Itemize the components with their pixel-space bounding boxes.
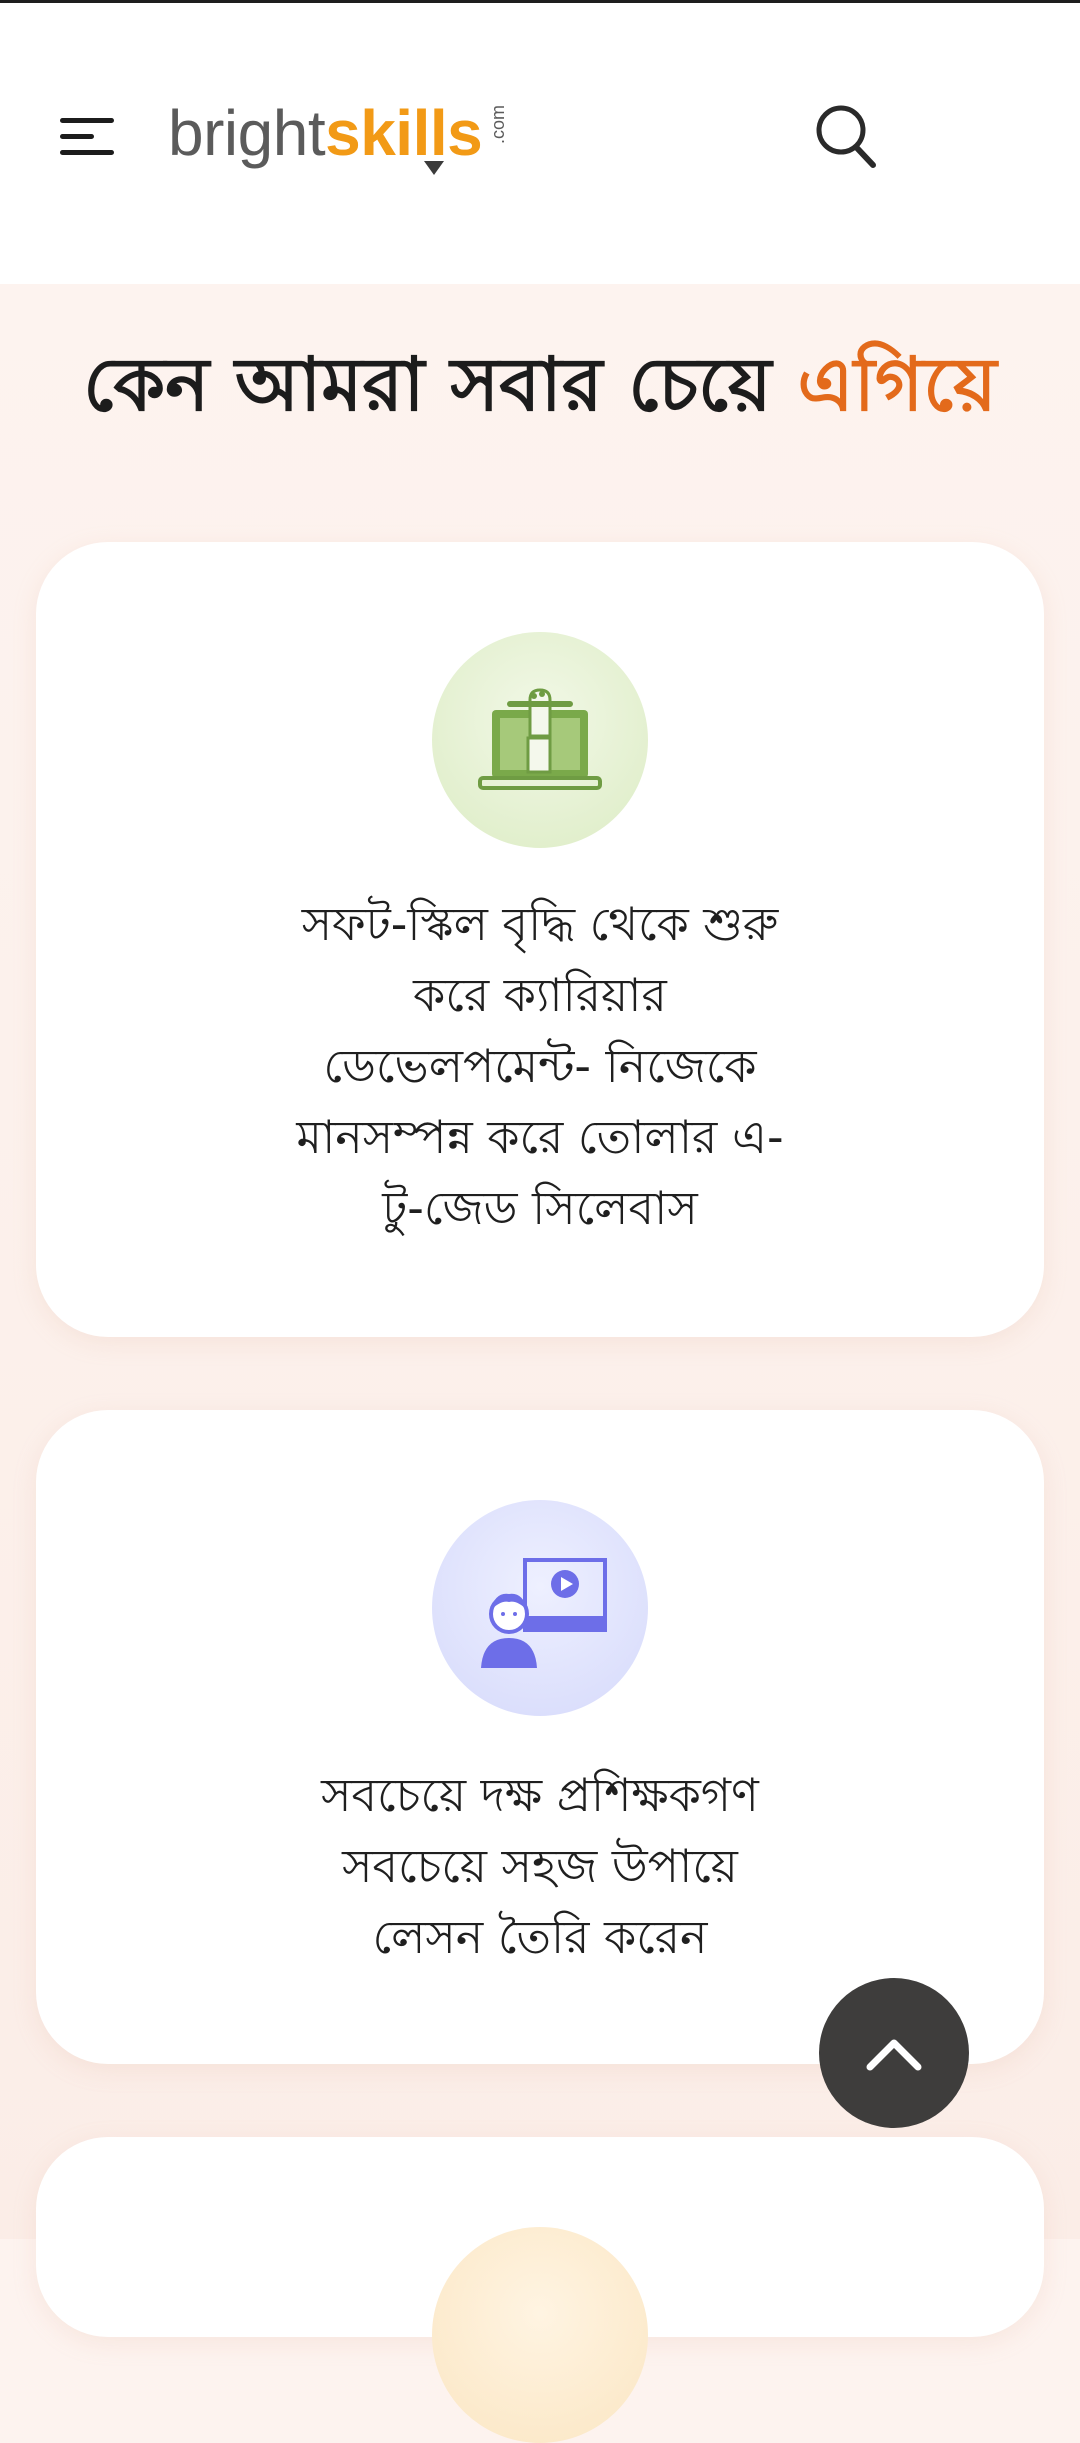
feature-line: সফট-স্কিল বৃদ্ধি থেকে শুরু — [301, 897, 779, 951]
instructor-video-screen-icon — [481, 1558, 607, 1668]
site-header: bright skills .com — [0, 3, 1080, 284]
feature-line: মানসম্পন্ন করে তোলার এ- — [296, 1110, 784, 1164]
feature-description: সফট-স্কিল বৃদ্ধি থেকে শুরু করে ক্যারিয়া… — [36, 889, 1044, 1244]
laptop-fist-pencil-icon — [478, 688, 602, 790]
feature-line: সবচেয়ে দক্ষ প্রশিক্ষকগণ — [321, 1768, 759, 1822]
feature-line: লেসন তৈরি করেন — [372, 1910, 708, 1964]
menu-button[interactable] — [50, 103, 124, 169]
hamburger-menu-icon — [60, 118, 114, 155]
logo-text-skills: skills — [325, 97, 483, 169]
headline-accent-text: এগিয়ে — [797, 342, 997, 428]
headline-text: কেন আমরা সবার চেয়ে — [83, 342, 772, 428]
feature-card-syllabus: সফট-স্কিল বৃদ্ধি থেকে শুরু করে ক্যারিয়া… — [36, 542, 1044, 1337]
feature-line: টু-জেড সিলেবাস — [382, 1181, 698, 1235]
section-headline: কেন আমরা সবার চেয়ে এগিয়ে — [0, 330, 1080, 440]
chevron-up-icon — [866, 2039, 922, 2071]
feature-card-instructors: সবচেয়ে দক্ষ প্রশিক্ষকগণ সবচেয়ে সহজ উপা… — [36, 1410, 1044, 2064]
logo-text-com: .com — [488, 105, 509, 145]
partial-feature-icon — [432, 2227, 648, 2443]
logo-text-bright: bright — [168, 97, 326, 169]
feature-description: সবচেয়ে দক্ষ প্রশিক্ষকগণ সবচেয়ে সহজ উপা… — [36, 1760, 1044, 1973]
brightskills-logo[interactable]: bright skills .com — [168, 93, 508, 183]
feature-line: সবচেয়ে সহজ উপায়ে — [342, 1839, 738, 1893]
logo-caret-icon — [424, 161, 444, 175]
feature-line: করে ক্যারিয়ার — [413, 968, 667, 1022]
feature-card-partial — [36, 2137, 1044, 2443]
feature-icon-badge — [432, 632, 648, 848]
scroll-to-top-button[interactable] — [819, 1978, 969, 2128]
feature-icon-badge — [432, 1500, 648, 1716]
search-icon — [816, 105, 876, 168]
feature-line: ডেভেলপমেন্ট- নিজেকে — [323, 1039, 757, 1093]
search-button[interactable] — [806, 97, 886, 177]
